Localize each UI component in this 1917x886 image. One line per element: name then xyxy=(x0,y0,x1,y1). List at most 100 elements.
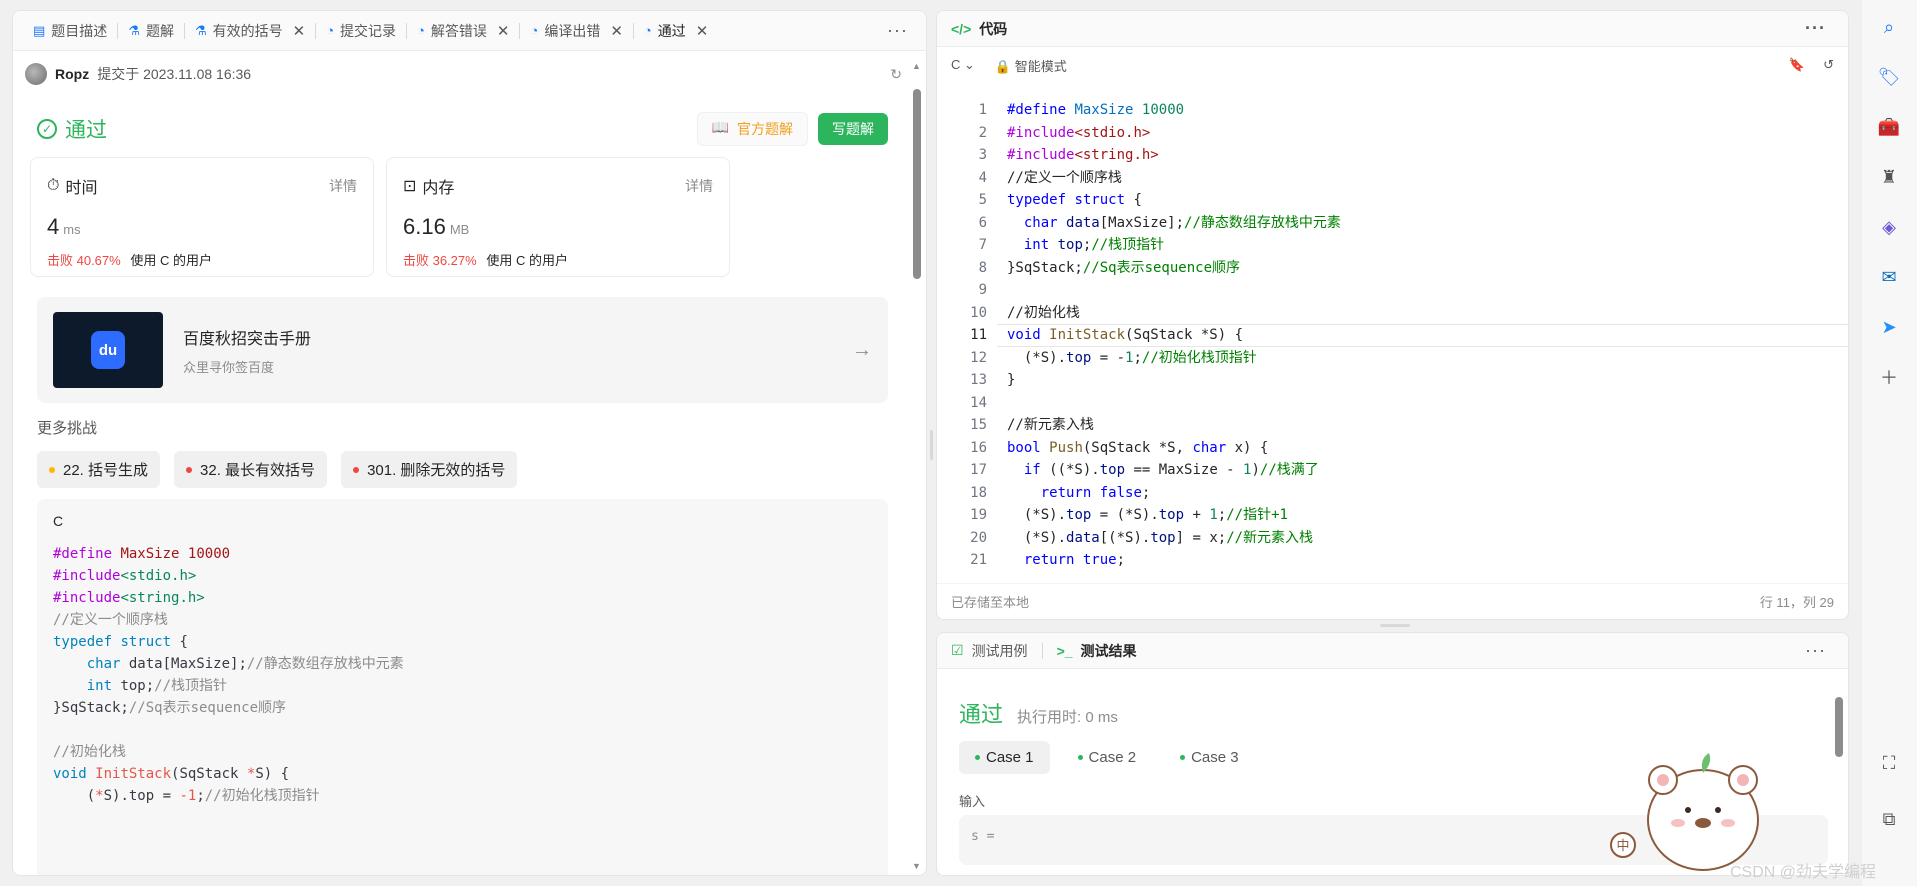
runtime-number: 4 xyxy=(47,214,60,239)
test-panel: ☑ 测试用例 >_ 测试结果 ··· 通过 执行用时: 0 ms Case 1 … xyxy=(936,632,1849,876)
tab-compile-error[interactable]: ◔ 编译出错 ✕ xyxy=(520,11,632,51)
submitted-time: 提交于 2023.11.08 16:36 xyxy=(97,66,252,82)
code-line: #include<stdio.h> xyxy=(1007,124,1151,141)
case-label: Case 3 xyxy=(1191,749,1239,766)
line-number: 18 xyxy=(970,484,987,501)
screenshot-icon[interactable]: ⛶ xyxy=(1876,750,1902,776)
runtime-beat-percent: 击败 40.67% xyxy=(47,253,121,268)
line-number: 1 xyxy=(978,102,987,118)
code-line: #define MaxSize 10000 xyxy=(53,546,231,562)
horizontal-resize-handle[interactable] xyxy=(1380,624,1410,627)
refresh-icon[interactable]: ↻ xyxy=(890,66,902,83)
chess-icon[interactable]: ♜ xyxy=(1876,164,1902,190)
runtime-value: 4 ms xyxy=(47,214,357,240)
scroll-thumb[interactable] xyxy=(1835,697,1843,757)
runtime-detail-link[interactable]: 详情 xyxy=(329,176,357,196)
close-icon[interactable]: ✕ xyxy=(610,22,623,40)
challenge-chip[interactable]: 301. 删除无效的括号 xyxy=(341,451,518,488)
memory-detail-link[interactable]: 详情 xyxy=(685,176,713,196)
tab-submissions[interactable]: ◔ 提交记录 xyxy=(316,11,406,51)
line-number: 2 xyxy=(978,124,987,141)
more-options-icon[interactable]: ··· xyxy=(879,20,916,41)
test-scrollbar[interactable] xyxy=(1834,683,1844,873)
memory-card[interactable]: ⊡ 内存 详情 6.16 MB 击败 36.27% 使用 C 的用户 xyxy=(386,157,730,277)
code-panel: </> 代码 ··· C ⌄ 🔒 智能模式 🔖 ↺ 1 2 3 4 5 6 7 … xyxy=(936,10,1849,620)
case-tab[interactable]: Case 3 xyxy=(1164,741,1255,774)
toolbox-icon[interactable]: 🧰 xyxy=(1876,114,1902,140)
case-tab[interactable]: Case 1 xyxy=(959,741,1050,774)
language-select[interactable]: C ⌄ xyxy=(951,57,975,73)
more-challenges-title: 更多挑战 xyxy=(37,420,98,437)
memory-number: 6.16 xyxy=(403,214,446,239)
tab-solutions[interactable]: ⚗ 题解 xyxy=(118,11,184,51)
status-label: 通过 xyxy=(65,119,107,142)
submitted-code-block[interactable]: C #define MaxSize 10000 #include<stdio.h… xyxy=(37,499,888,875)
plus-icon[interactable]: ＋ xyxy=(1876,364,1902,390)
scroll-up-icon[interactable]: ▲ xyxy=(912,61,921,71)
smart-mode-label: 智能模式 xyxy=(1014,58,1067,74)
language-value: C xyxy=(951,57,961,72)
code-icon: </> xyxy=(951,20,972,37)
smart-mode-toggle[interactable]: 🔒 智能模式 xyxy=(995,56,1067,75)
case-tab[interactable]: Case 2 xyxy=(1062,741,1153,774)
write-solution-button[interactable]: 写题解 xyxy=(818,113,888,145)
external-icon[interactable]: ⧉ xyxy=(1876,806,1902,832)
bear-mascot-image: 中 xyxy=(1610,753,1759,871)
code-tabbar: </> 代码 ··· xyxy=(937,11,1848,47)
code-editor[interactable]: 1 2 3 4 5 6 7 8 9 10 11 12 13 14 15 16 1… xyxy=(937,99,1848,581)
copilot-icon[interactable]: ◈ xyxy=(1876,214,1902,240)
tab-label: 提交记录 xyxy=(340,22,397,39)
browser-sidebar: ⌕ 🏷 🧰 ♜ ◈ ✉ ➤ ＋ ⛶ ⧉ xyxy=(1862,0,1917,886)
left-scrollbar[interactable]: ▲ ▼ xyxy=(910,55,924,875)
code-lines: #define MaxSize 10000 #include<stdio.h> … xyxy=(1007,99,1848,572)
avatar[interactable] xyxy=(25,63,47,85)
official-solution-button[interactable]: 📖 官方题解 xyxy=(696,112,808,146)
flask-icon: ⚗ xyxy=(194,22,207,38)
tab-testcase[interactable]: 测试用例 xyxy=(972,641,1028,661)
tag-icon[interactable]: 🏷 xyxy=(1876,64,1902,90)
code-line: #include<string.h> xyxy=(1007,147,1159,163)
username[interactable]: Ropz xyxy=(55,66,89,82)
more-options-icon[interactable]: ··· xyxy=(1797,640,1834,661)
tab-accepted[interactable]: ◔ 通过 ✕ xyxy=(634,11,718,51)
challenge-chip[interactable]: 32. 最长有效括号 xyxy=(174,451,328,488)
reset-icon[interactable]: ↺ xyxy=(1823,57,1834,73)
promo-banner[interactable]: du 百度秋招突击手册 众里寻你签百度 → xyxy=(37,297,888,403)
line-number: 3 xyxy=(978,147,987,163)
code-line: if ((*S).top == MaxSize - 1)//栈满了 xyxy=(1023,462,1319,478)
challenge-chip[interactable]: 22. 括号生成 xyxy=(37,451,161,488)
tab-valid-parentheses[interactable]: ⚗ 有效的括号 ✕ xyxy=(185,11,315,51)
challenge-label: 32. 最长有效括号 xyxy=(200,462,316,479)
memory-header: ⊡ 内存 详情 xyxy=(403,174,713,198)
case-label: Case 1 xyxy=(986,749,1034,766)
arrow-right-icon[interactable]: → xyxy=(852,339,872,362)
close-icon[interactable]: ✕ xyxy=(293,22,306,40)
vertical-resize-handle[interactable] xyxy=(930,430,933,460)
tab-test-result[interactable]: 测试结果 xyxy=(1081,641,1137,661)
case-label: Case 2 xyxy=(1088,749,1137,766)
code-line: char data[MaxSize];//静态数组存放栈中元素 xyxy=(86,656,404,672)
outlook-icon[interactable]: ✉ xyxy=(1876,264,1902,290)
difficulty-dot-icon xyxy=(49,466,55,473)
submission-info: Ropz 提交于 2023.11.08 16:36 ↻ xyxy=(25,61,902,87)
scroll-thumb[interactable] xyxy=(913,89,921,279)
line-number: 19 xyxy=(970,507,987,523)
status-row: ✓ 通过 📖 官方题解 写题解 xyxy=(37,111,888,147)
line-number: 5 xyxy=(978,192,987,208)
code-line: //定义一个顺序栈 xyxy=(53,612,168,628)
tab-wrong-answer[interactable]: ◔ 解答错误 ✕ xyxy=(407,11,519,51)
code-line: (*S).top = (*S).top + 1;//指针+1 xyxy=(1007,507,1288,523)
left-panel: ▤ 题目描述 ⚗ 题解 ⚗ 有效的括号 ✕ ◔ 提交记录 ◔ 解答错误 ✕ ◔ … xyxy=(12,10,927,876)
tab-separator xyxy=(1041,642,1043,659)
bookmark-icon[interactable]: 🔖 xyxy=(1789,57,1805,73)
search-icon[interactable]: ⌕ xyxy=(1876,14,1902,40)
challenge-label: 22. 括号生成 xyxy=(63,462,149,479)
more-options-icon[interactable]: ··· xyxy=(1797,18,1834,39)
runtime-card[interactable]: ⏱ 时间 详情 4 ms 击败 40.67% 使用 C 的用户 xyxy=(30,157,374,277)
close-icon[interactable]: ✕ xyxy=(497,22,510,40)
send-icon[interactable]: ➤ xyxy=(1876,314,1902,340)
close-icon[interactable]: ✕ xyxy=(696,22,709,40)
scroll-down-icon[interactable]: ▼ xyxy=(912,861,921,871)
tab-description[interactable]: ▤ 题目描述 xyxy=(23,11,117,51)
